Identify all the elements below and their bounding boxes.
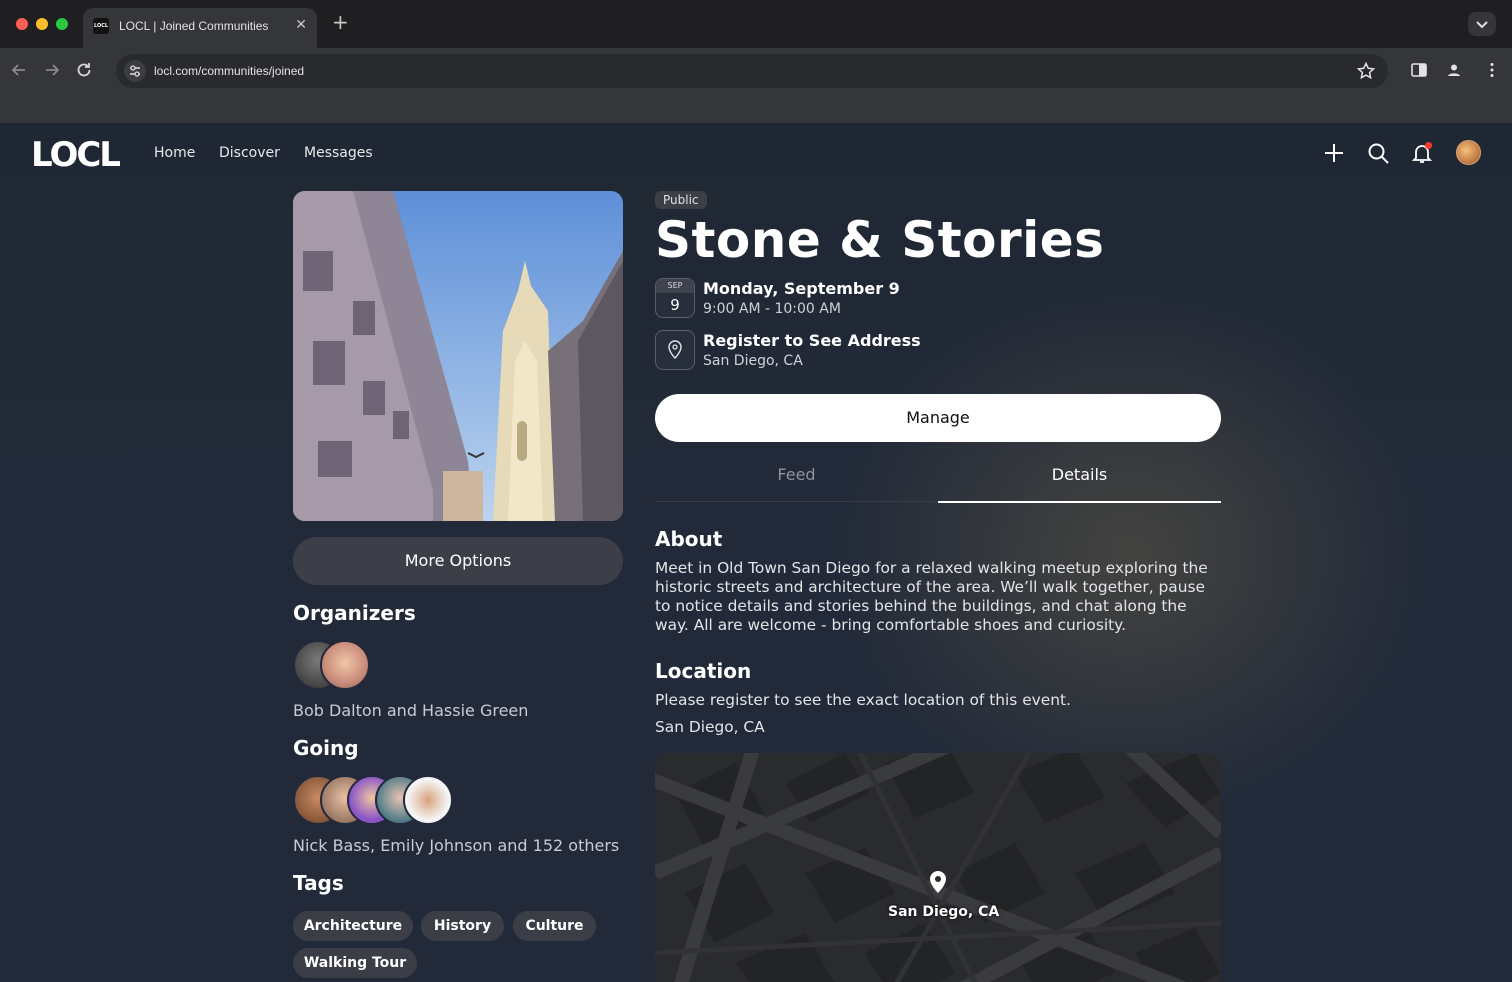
location-pin-icon (655, 330, 695, 370)
going-heading: Going (293, 736, 359, 760)
nav-discover[interactable]: Discover (219, 145, 280, 161)
favicon-icon: LOCL (93, 18, 109, 34)
tune-icon[interactable] (124, 60, 146, 82)
organizer-avatar[interactable] (320, 640, 370, 690)
search-icon[interactable] (1366, 141, 1390, 165)
window-close-button[interactable] (16, 18, 28, 30)
star-icon[interactable] (1356, 61, 1376, 81)
calendar-day: 9 (670, 296, 680, 314)
browser-chrome-spacer (0, 94, 1512, 123)
nav-messages[interactable]: Messages (304, 145, 373, 161)
tag-chip[interactable]: Walking Tour (293, 948, 417, 978)
about-text: Meet in Old Town San Diego for a relaxed… (655, 559, 1208, 634)
organizers-heading: Organizers (293, 601, 416, 625)
event-title: Stone & Stories (655, 211, 1105, 269)
locl-logo[interactable]: LOCL (31, 135, 121, 175)
manage-button[interactable]: Manage (655, 394, 1221, 442)
tab-details[interactable]: Details (938, 461, 1221, 503)
tags-heading: Tags (293, 871, 344, 895)
calendar-icon: SEP 9 (655, 278, 695, 318)
forward-icon[interactable] (42, 60, 62, 80)
chevron-down-icon (1476, 21, 1488, 29)
location-map[interactable] (655, 753, 1221, 982)
event-cover-image (293, 191, 623, 521)
event-date: Monday, September 9 (703, 279, 900, 298)
location-city: San Diego, CA (655, 718, 765, 736)
nav-home[interactable]: Home (154, 145, 195, 161)
profile-icon[interactable] (1445, 61, 1463, 79)
visibility-badge: Public (655, 191, 707, 209)
calendar-month: SEP (656, 279, 694, 293)
event-city: San Diego, CA (703, 353, 803, 369)
tab-search-button[interactable] (1468, 12, 1496, 36)
event-address: Register to See Address (703, 331, 921, 350)
new-tab-plus-icon[interactable]: + (332, 12, 349, 32)
address-bar[interactable]: locl.com/communities/joined (116, 54, 1388, 88)
about-heading: About (655, 527, 723, 551)
window-zoom-button[interactable] (56, 18, 68, 30)
kebab-menu-icon[interactable] (1483, 61, 1501, 79)
reload-icon[interactable] (74, 60, 94, 80)
browser-toolbar: locl.com/communities/joined (0, 48, 1512, 94)
tab-close-icon[interactable]: ✕ (295, 17, 307, 33)
page: LOCL Home Discover Messages More Options… (0, 123, 1512, 982)
map-label: San Diego, CA (888, 904, 1000, 920)
location-heading: Location (655, 659, 752, 683)
organizers-names: Bob Dalton and Hassie Green (293, 701, 529, 720)
tab-feed[interactable]: Feed (655, 461, 938, 501)
user-avatar[interactable] (1456, 140, 1481, 165)
browser-tab-bar: LOCL LOCL | Joined Communities ✕ + (0, 0, 1512, 48)
location-note: Please register to see the exact locatio… (655, 691, 1071, 709)
plus-icon[interactable] (1322, 141, 1346, 165)
more-options-button[interactable]: More Options (293, 537, 623, 585)
attendee-avatar[interactable] (403, 775, 453, 825)
tag-chip[interactable]: History (421, 911, 504, 941)
notification-dot (1425, 142, 1432, 149)
back-icon[interactable] (9, 60, 29, 80)
tag-chip[interactable]: Architecture (293, 911, 413, 941)
tab-title: LOCL | Joined Communities (119, 19, 269, 33)
url-text: locl.com/communities/joined (154, 64, 305, 78)
browser-tab[interactable]: LOCL LOCL | Joined Communities ✕ (83, 8, 317, 48)
tag-chip[interactable]: Culture (513, 911, 596, 941)
event-time: 9:00 AM - 10:00 AM (703, 301, 841, 317)
window-minimize-button[interactable] (36, 18, 48, 30)
going-names: Nick Bass, Emily Johnson and 152 others (293, 836, 620, 855)
sidepanel-icon[interactable] (1410, 61, 1428, 79)
